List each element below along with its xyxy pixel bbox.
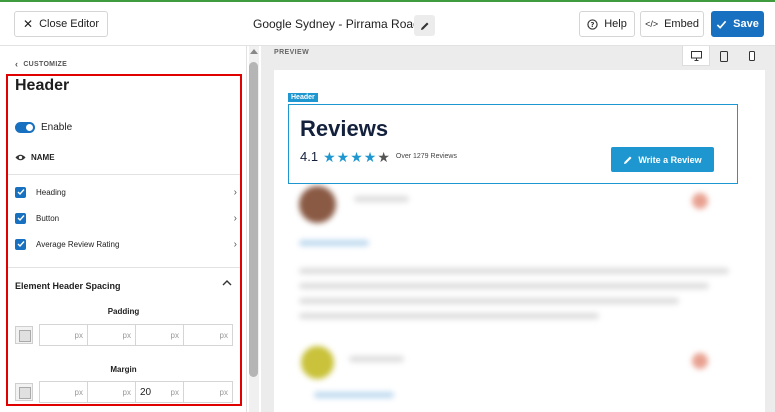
padding-inputs: px px px px xyxy=(39,324,233,346)
help-icon: ? xyxy=(587,18,598,30)
preview-label: PREVIEW xyxy=(274,49,310,56)
top-bar: ✕ Close Editor Google Sydney - Pirrama R… xyxy=(0,0,775,46)
close-editor-button[interactable]: ✕ Close Editor xyxy=(14,11,108,37)
review-text-placeholder xyxy=(299,313,599,319)
average-rating-label: Average Review Rating xyxy=(36,239,120,249)
button-label: Button xyxy=(36,213,60,223)
check-icon xyxy=(17,241,25,248)
reviewer-avatar xyxy=(301,346,334,379)
svg-text:?: ? xyxy=(591,20,595,28)
chevron-right-icon[interactable]: › xyxy=(234,239,237,250)
scrollbar-thumb[interactable] xyxy=(249,62,258,377)
review-stars-placeholder xyxy=(299,240,369,246)
write-review-label: Write a Review xyxy=(638,154,702,165)
close-editor-label: Close Editor xyxy=(39,18,99,30)
chevron-right-icon[interactable]: › xyxy=(234,213,237,224)
embed-button[interactable]: </> Embed xyxy=(640,11,704,37)
margin-right-input[interactable]: px xyxy=(88,382,136,402)
review-stars-placeholder xyxy=(314,392,394,398)
star-icon: ★ xyxy=(363,148,377,165)
element-row-heading[interactable]: Heading › xyxy=(15,185,237,199)
panel-title: Header xyxy=(15,77,70,94)
padding-bottom-input[interactable]: px xyxy=(136,325,184,345)
write-review-button[interactable]: Write a Review xyxy=(611,147,714,172)
margin-top-input[interactable]: px xyxy=(40,382,88,402)
padding-right-input[interactable]: px xyxy=(88,325,136,345)
element-row-average-rating[interactable]: Average Review Rating › xyxy=(15,237,237,251)
preview-area: PREVIEW Header Reviews 4.1 ★ ★ ★ ★ ★ Ove… xyxy=(261,46,775,412)
divider xyxy=(8,174,240,175)
spacing-section-title: Element Header Spacing xyxy=(15,281,121,291)
tablet-view-button[interactable] xyxy=(710,46,738,66)
scroll-up-arrow[interactable] xyxy=(250,49,258,54)
star-icon: ★ xyxy=(377,148,390,165)
desktop-view-button[interactable] xyxy=(682,46,710,66)
star-icon: ★ xyxy=(323,148,336,165)
check-icon xyxy=(17,215,25,222)
review-text-placeholder xyxy=(299,268,729,274)
link-values-button[interactable] xyxy=(15,326,33,344)
chevron-left-icon: ‹ xyxy=(15,59,19,69)
pencil-icon xyxy=(420,22,428,30)
help-label: Help xyxy=(604,18,627,30)
breadcrumb-label: CUSTOMIZE xyxy=(23,60,68,68)
name-label: NAME xyxy=(31,153,55,162)
star-icon: ★ xyxy=(336,148,350,165)
divider xyxy=(8,267,240,268)
reviewer-avatar xyxy=(299,186,336,223)
enable-label: Enable xyxy=(41,122,73,133)
save-button[interactable]: Save xyxy=(711,11,764,37)
pencil-icon xyxy=(624,156,632,164)
reviews-header[interactable]: Reviews 4.1 ★ ★ ★ ★ ★ Over 1279 Reviews … xyxy=(288,104,738,184)
google-icon xyxy=(692,353,708,369)
eye-icon[interactable] xyxy=(15,153,26,162)
margin-label: Margin xyxy=(110,365,137,374)
heading-label: Heading xyxy=(36,187,66,197)
review-text-placeholder xyxy=(299,298,679,304)
rating-value: 4.1 xyxy=(300,149,319,164)
margin-bottom-input[interactable]: 20 px xyxy=(136,382,184,402)
chevron-right-icon[interactable]: › xyxy=(234,187,237,198)
close-icon: ✕ xyxy=(23,17,34,31)
padding-left-input[interactable]: px xyxy=(184,325,232,345)
help-button[interactable]: ? Help xyxy=(579,11,635,37)
check-icon xyxy=(17,189,25,196)
tablet-icon xyxy=(720,50,728,62)
element-row-button[interactable]: Button › xyxy=(15,211,237,225)
page-title: Google Sydney - Pirrama Road xyxy=(253,17,420,31)
code-icon: </> xyxy=(645,19,659,29)
breadcrumb[interactable]: ‹ CUSTOMIZE xyxy=(15,59,67,69)
margin-controls: px px 20 px px xyxy=(15,381,234,403)
device-switcher xyxy=(682,46,766,66)
mobile-view-button[interactable] xyxy=(738,46,766,66)
google-icon xyxy=(692,193,708,209)
average-rating-checkbox[interactable] xyxy=(15,238,26,250)
star-rating: ★ ★ ★ ★ ★ xyxy=(323,150,390,164)
save-label: Save xyxy=(733,18,759,30)
reviews-heading: Reviews xyxy=(300,116,389,141)
embed-label: Embed xyxy=(664,18,699,30)
link-values-button[interactable] xyxy=(15,383,33,401)
heading-checkbox[interactable] xyxy=(15,186,26,198)
star-icon: ★ xyxy=(350,148,363,165)
enable-toggle[interactable] xyxy=(15,122,35,133)
review-text-placeholder xyxy=(299,283,709,289)
header-element-tag: Header xyxy=(288,93,318,102)
padding-label: Padding xyxy=(107,307,140,316)
average-rating: 4.1 ★ ★ ★ ★ ★ Over 1279 Reviews xyxy=(300,149,457,164)
margin-left-input[interactable]: px xyxy=(184,382,232,402)
button-checkbox[interactable] xyxy=(15,212,26,224)
padding-top-input[interactable]: px xyxy=(40,325,88,345)
edit-title-button[interactable] xyxy=(414,15,435,36)
customizer-sidebar: ‹ CUSTOMIZE Header Enable NAME Heading ›… xyxy=(0,46,247,412)
padding-controls: px px px px xyxy=(15,324,234,346)
margin-inputs: px px 20 px px xyxy=(39,381,233,403)
reviewer-name-placeholder xyxy=(349,356,404,362)
desktop-icon xyxy=(690,50,702,61)
reviewer-name-placeholder xyxy=(354,196,409,202)
mobile-icon xyxy=(749,51,755,61)
check-icon xyxy=(716,20,727,29)
review-count: Over 1279 Reviews xyxy=(395,153,457,160)
chevron-up-icon[interactable] xyxy=(222,279,232,287)
